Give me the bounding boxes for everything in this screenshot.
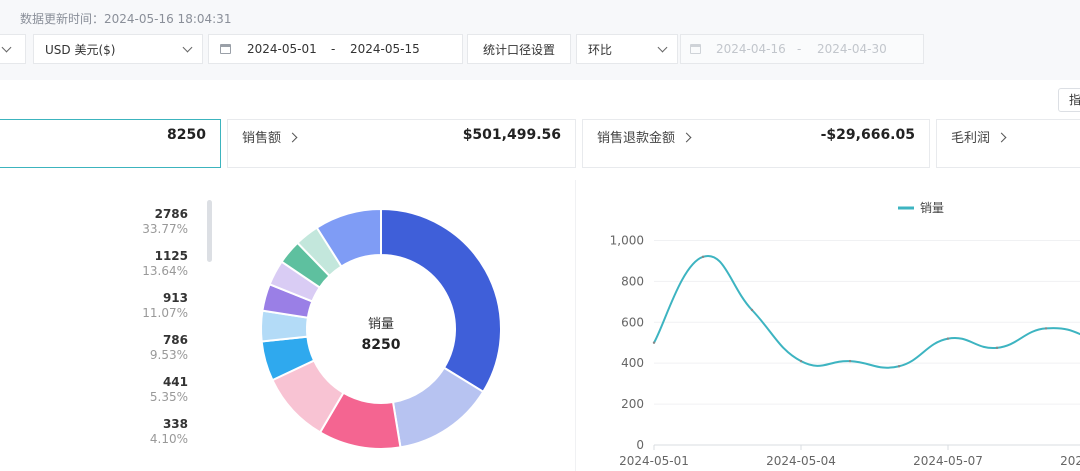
metric-card-refund[interactable]: 销售退款金额 -$29,666.05 (582, 119, 930, 168)
metric-label-sales: 销售额 (242, 127, 298, 146)
list-item-percent: 33.77% (142, 222, 188, 236)
donut-center-value: 8250 (362, 337, 401, 353)
calendar-icon (220, 44, 231, 54)
legend-label: 销量 (920, 201, 944, 215)
donut-center-label: 销量 (368, 317, 394, 332)
list-item-count: 338 (162, 417, 188, 431)
series-line (653, 254, 1080, 369)
chevron-down-icon (657, 42, 668, 53)
list-item-count: 441 (162, 375, 188, 389)
chevron-right-icon (287, 132, 298, 143)
data-point[interactable] (1044, 327, 1048, 330)
list-scrollbar[interactable] (207, 200, 212, 262)
chevron-down-icon (182, 42, 193, 53)
chart-series (652, 254, 1080, 369)
list-item: 441 5.35% (150, 375, 188, 405)
list-item-percent: 9.53% (149, 348, 188, 362)
date-range-picker[interactable]: 2024-05-01 - 2024-05-15 (208, 34, 463, 64)
x-tick-label: 2024-05-01 (619, 454, 689, 468)
metric-card-sales[interactable]: 销售额 $501,499.56 (227, 119, 576, 168)
statistics-settings-label: 统计口径设置 (482, 42, 555, 57)
y-tick-label: 1,000 (610, 233, 644, 247)
compare-date-start: 2024-04-16 (716, 42, 786, 56)
indicator-button[interactable]: 指 (1058, 88, 1080, 112)
metric-value-refund: -$29,666.05 (820, 127, 915, 143)
data-point[interactable] (701, 255, 705, 259)
data-point[interactable] (897, 365, 901, 368)
data-point[interactable] (848, 359, 852, 363)
y-tick-label: 800 (621, 274, 644, 288)
data-point[interactable] (995, 346, 999, 350)
compare-date-separator: - (797, 42, 802, 56)
list-item: 1125 13.64% (142, 249, 188, 279)
currency-select[interactable]: USD 美元($) (33, 34, 203, 64)
date-start: 2024-05-01 (247, 42, 317, 56)
donut-slice-0[interactable] (380, 207, 502, 394)
list-item: 338 4.10% (150, 417, 188, 447)
chevron-right-icon (996, 132, 1007, 143)
metric-label-refund: 销售退款金额 (597, 127, 692, 146)
line-chart: 02004006008001,000 2024-05-01 2024-05-04 2… (610, 201, 1080, 468)
compare-mode-select[interactable]: 环比 (576, 34, 678, 64)
list-item: 913 11.07% (142, 291, 188, 321)
compare-mode-value: 环比 (588, 42, 613, 57)
x-tick-label: 2024-05-04 (766, 454, 836, 468)
x-axis-ticks: 2024-05-01 2024-05-04 2024-05-07 2024-05-10 (619, 445, 1080, 468)
list-item-percent: 5.35% (149, 390, 188, 404)
metric-value-sales: $501,499.56 (462, 127, 561, 143)
data-point[interactable] (946, 337, 950, 340)
y-tick-label: 600 (621, 315, 644, 329)
metric-label-gross-profit: 毛利润 (951, 127, 1007, 146)
x-tick-label: 2024-05-07 (913, 454, 983, 468)
list-item-count: 786 (162, 333, 188, 347)
x-tick-label: 2024-05-10 (1060, 454, 1080, 468)
list-item: 2786 33.77% (142, 207, 188, 237)
data-point[interactable] (652, 341, 656, 344)
date-separator: - (331, 42, 336, 56)
list-item-count: 1125 (154, 249, 188, 263)
y-tick-label: 400 (621, 356, 644, 370)
data-point[interactable] (799, 359, 803, 363)
chevron-down-icon (1, 42, 12, 53)
list-item: 786 9.53% (150, 333, 188, 363)
calendar-icon (690, 44, 701, 54)
metric-value-quantity: 8250 (167, 127, 206, 143)
currency-value: USD 美元($) (45, 42, 116, 57)
metric-card-quantity[interactable]: 8250 (0, 119, 221, 168)
data-update-time: 数据更新时间：2024-05-16 18:04:31 (20, 12, 232, 26)
compare-date-end: 2024-04-30 (817, 42, 887, 56)
chart-gridlines (654, 239, 1080, 446)
list-item-percent: 4.10% (149, 432, 188, 446)
list-item-count: 2786 (154, 207, 188, 221)
chart-legend[interactable]: 销量 (898, 201, 944, 215)
donut-chart: 销量 8250 (260, 207, 502, 450)
compare-date-range-picker[interactable]: 2024-04-16 - 2024-04-30 (680, 34, 924, 64)
data-point[interactable] (750, 308, 754, 312)
list-item-percent: 13.64% (142, 264, 188, 278)
y-tick-label: 0 (636, 438, 644, 452)
y-tick-label: 200 (621, 397, 644, 411)
list-item-percent: 11.07% (142, 306, 188, 320)
statistics-settings-button[interactable]: 统计口径设置 (467, 34, 571, 64)
date-end: 2024-05-15 (350, 42, 420, 56)
chevron-right-icon (681, 132, 692, 143)
list-item-count: 913 (162, 291, 188, 305)
metric-card-gross-profit[interactable]: 毛利润 (936, 119, 1080, 168)
filter-dropdown-left[interactable] (0, 34, 26, 64)
y-axis-ticks: 0 200 400 600 800 1,000 (610, 233, 644, 452)
